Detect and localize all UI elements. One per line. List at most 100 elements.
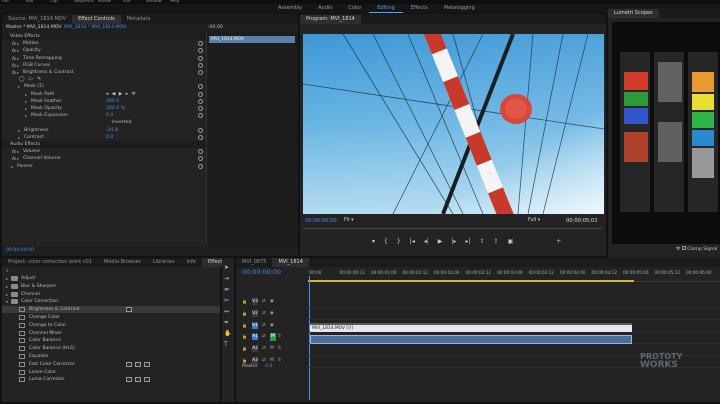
type-tool-icon[interactable]: T (224, 341, 232, 348)
disclosure-icon[interactable]: ▸ (25, 105, 27, 112)
effects-item[interactable]: Change to Color (2, 322, 220, 329)
track-name[interactable]: A2 (252, 346, 258, 352)
fx-toggle-icon[interactable]: fx (12, 69, 16, 76)
disclosure-icon[interactable]: ▸ (17, 47, 19, 54)
timeline-ruler[interactable]: :00:00 00:00:00:12 00:00:01:00 00:00:01:12 0… (308, 270, 720, 282)
master-track-value[interactable]: 0.0 (265, 364, 272, 369)
solo-icon[interactable]: S (278, 345, 281, 353)
step-forward-icon[interactable]: |▸ (451, 238, 456, 248)
disclosure-icon[interactable]: ▸ (17, 155, 19, 162)
mark-in-icon[interactable]: { (384, 238, 388, 248)
zoom-fit-dropdown[interactable]: Fit ▾ (344, 218, 354, 223)
track-header-v1[interactable]: 🔒 V1 ⇄ ◉ (236, 322, 308, 330)
effect-row[interactable]: ▸ Mask Expansion 0.0 (2, 112, 206, 119)
track-header-v3[interactable]: 🔒 V3 ⇄ ◉ (236, 298, 308, 306)
fx-toggle-icon[interactable]: fx (12, 148, 16, 155)
solo-icon[interactable]: S (278, 333, 281, 341)
selection-tool-icon[interactable]: ➤ (224, 264, 232, 271)
menu-help[interactable]: Help (170, 0, 179, 3)
disclosure-icon[interactable]: ▸ (17, 62, 19, 69)
work-area-bar[interactable] (308, 280, 634, 282)
track-name[interactable]: A1 (252, 334, 258, 340)
go-to-out-icon[interactable]: ▸| (465, 238, 470, 248)
ripple-edit-tool-icon[interactable]: ⇹ (224, 286, 232, 293)
track-select-tool-icon[interactable]: ⇥ (224, 275, 232, 282)
effect-row[interactable]: ▸ Mask Feather 285.0 (2, 98, 206, 105)
effect-row[interactable]: ▸ Mask Opacity 100.0 % (2, 105, 206, 112)
clip-bar[interactable]: MVI_1814.MOV (209, 36, 295, 43)
lock-icon[interactable]: 🔒 (242, 298, 247, 306)
effect-row[interactable]: ▸ Brightness -24.8 (2, 127, 206, 134)
reset-parameter-icon[interactable] (198, 48, 203, 54)
effect-row[interactable]: fx ▸ Channel Volume (2, 155, 206, 162)
play-icon[interactable]: ▶ (438, 238, 443, 248)
effect-row-value[interactable]: Inverted (112, 119, 131, 126)
timeline-playhead-timecode[interactable]: 00:00:00:00 (242, 268, 281, 276)
workspace-audio[interactable]: Audio (310, 4, 340, 13)
reset-parameter-icon[interactable] (198, 91, 203, 97)
sequence-clip-dropdown[interactable]: MVI_1814 * MVI_1814.MOV (64, 25, 126, 30)
eye-icon[interactable]: ◉ (270, 298, 274, 306)
disclosure-icon[interactable]: ▸ (17, 69, 19, 76)
program-video-frame[interactable] (303, 34, 604, 214)
effect-row[interactable]: fx ▸ RGB Curves (2, 62, 206, 69)
disclosure-icon[interactable]: ▸ (17, 40, 19, 47)
fx-toggle-icon[interactable]: fx (12, 62, 16, 69)
playback-resolution-dropdown[interactable]: Full ▾ (528, 218, 540, 223)
disclosure-icon[interactable]: ▸ (6, 275, 8, 282)
program-scrub-bar[interactable] (303, 228, 603, 231)
fx-toggle-icon[interactable]: fx (12, 47, 16, 54)
project-tab-1[interactable]: Media Browser (98, 258, 147, 267)
sync-lock-icon[interactable]: ⇄ (262, 310, 266, 318)
disclosure-icon[interactable]: ▸ (6, 291, 8, 298)
mute-icon[interactable]: M (270, 345, 274, 353)
reset-parameter-icon[interactable] (198, 41, 203, 47)
sequence-tab-0[interactable]: MVI_0875 (236, 258, 272, 267)
effect-row-value[interactable]: 0.0 (106, 112, 113, 119)
track-header-v2[interactable]: 🔒 V2 ⇄ ◉ (236, 310, 308, 318)
mask-rect-icon[interactable]: ▭ (28, 76, 33, 83)
disclosure-icon[interactable]: ▸ (18, 134, 20, 141)
wrench-icon[interactable]: ⚒ (676, 247, 680, 252)
menu-sequence[interactable]: Sequence (74, 0, 94, 3)
extract-icon[interactable]: ⇪ (494, 238, 499, 248)
lumetri-scopes-tab[interactable]: Lumetri Scopes (608, 8, 659, 18)
source-tab-1[interactable]: Effect Controls (72, 14, 121, 24)
effects-item[interactable]: Color Balance (HLS) (2, 345, 220, 352)
source-tab-0[interactable]: Source: MVI_1814.MOV (2, 15, 72, 24)
track-lane[interactable] (308, 307, 720, 308)
disclosure-icon[interactable]: ▸ (17, 148, 19, 155)
disclosure-icon[interactable]: ▸ (25, 112, 27, 119)
pen-tool-icon[interactable]: ✒ (224, 319, 232, 326)
track-header-a2[interactable]: 🔒 A2 ⇄ M S (236, 345, 308, 353)
go-to-in-icon[interactable]: |◂ (410, 238, 415, 248)
menu-file[interactable]: File (2, 0, 9, 3)
fx-toggle-icon[interactable]: fx (12, 55, 16, 62)
program-playhead-timecode[interactable]: 00;00;00;00 (305, 218, 337, 224)
effects-item[interactable]: Equalize (2, 353, 220, 360)
disclosure-icon[interactable]: ▸ (18, 83, 20, 90)
lock-icon[interactable]: 🔒 (242, 310, 247, 318)
menu-edit[interactable]: Edit (26, 0, 34, 3)
fx-toggle-icon[interactable]: fx (12, 40, 16, 47)
effect-row[interactable]: Video Effects (2, 33, 206, 40)
razor-tool-icon[interactable]: ✂ (224, 297, 232, 304)
reset-parameter-icon[interactable] (198, 134, 203, 140)
track-header-a1[interactable]: 🔒 A1 ⇄ M S (236, 333, 308, 341)
sync-lock-icon[interactable]: ⇄ (262, 333, 266, 341)
project-tab-2[interactable]: Libraries (147, 258, 181, 267)
sync-lock-icon[interactable]: ⇄ (262, 322, 266, 330)
workspace-effects[interactable]: Effects (403, 4, 436, 13)
menu-title[interactable]: Title (122, 0, 131, 3)
effects-item[interactable]: Brightness & Contrast (2, 306, 220, 314)
step-back-icon[interactable]: ◂| (424, 238, 429, 248)
menu-window[interactable]: Window (146, 0, 162, 3)
reset-parameter-icon[interactable] (198, 106, 203, 111)
lock-icon[interactable]: 🔒 (242, 333, 247, 341)
effects-folder[interactable]: ▾ Color Correction (2, 298, 220, 305)
eye-icon[interactable]: ◉ (270, 322, 274, 330)
disclosure-icon[interactable]: ▸ (25, 91, 27, 98)
video-clip[interactable]: MVI_1814.MOV [V] (310, 323, 632, 332)
workspace-metalogging[interactable]: Metalogging (436, 4, 483, 13)
reset-parameter-icon[interactable] (198, 98, 203, 104)
